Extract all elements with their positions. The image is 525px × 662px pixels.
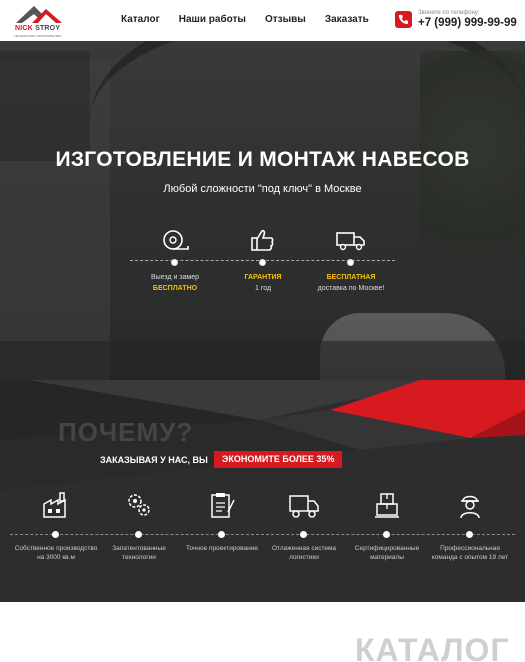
feature-line1: БЕСПЛАТНАЯ	[326, 274, 376, 281]
feature-dot	[171, 259, 178, 266]
nav-reviews[interactable]: Отзывы	[265, 14, 306, 25]
phone-caption: Звоните по телефону:	[418, 10, 480, 16]
advantage-dot	[383, 531, 390, 538]
thumbs-up-icon	[251, 229, 274, 251]
catalog-title: КАТАЛОГ	[355, 632, 510, 662]
logo-tagline: ТЕХНОЛОГИИ СТРОИТЕЛЬСТВА	[14, 34, 62, 38]
hero-section: ИЗГОТОВЛЕНИЕ И МОНТАЖ НАВЕСОВ Любой слож…	[0, 41, 525, 421]
advantage-dot	[466, 531, 473, 538]
advantage-text: Точное проектирование	[186, 545, 258, 552]
gears-icon	[128, 494, 150, 516]
advantage-dot	[218, 531, 225, 538]
advantage-dot	[300, 531, 307, 538]
advantages-divider	[10, 534, 515, 535]
phone-number[interactable]: +7 (999) 999-99-99	[418, 17, 517, 29]
clipboard-icon	[211, 493, 235, 518]
advantage-text: Запатентованные технологии	[112, 545, 166, 561]
truck-icon	[336, 232, 365, 251]
why-section: ПОЧЕМУ? ЗАКАЗЫВАЯ У НАС, ВЫ ЭКОНОМИТЕ БО…	[0, 380, 525, 602]
why-lead: ЗАКАЗЫВАЯ У НАС, ВЫ	[100, 455, 208, 465]
factory-icon	[43, 492, 66, 518]
hero-subtitle: Любой сложности "под ключ" в Москве	[163, 183, 362, 195]
why-ghost-heading: ПОЧЕМУ?	[58, 417, 194, 447]
boxes-icon	[375, 493, 399, 518]
main-nav: Каталог Наши работы Отзывы Заказать	[121, 14, 369, 25]
advantage-dot	[135, 531, 142, 538]
logo[interactable]: NICK STROY ТЕХНОЛОГИИ СТРОИТЕЛЬСТВА	[10, 3, 66, 39]
nav-catalog[interactable]: Каталог	[121, 14, 160, 25]
site-header: NICK STROY ТЕХНОЛОГИИ СТРОИТЕЛЬСТВА Ката…	[0, 0, 525, 41]
logo-text: NICK STROY	[15, 25, 61, 32]
decor-shapes	[0, 380, 525, 490]
feature-line2: доставка по Москве!	[317, 285, 385, 292]
nav-works[interactable]: Наши работы	[179, 14, 246, 25]
feature-dot	[347, 259, 354, 266]
truck-icon	[289, 495, 319, 518]
logo-roof-icon	[16, 6, 62, 23]
hero-title: ИЗГОТОВЛЕНИЕ И МОНТАЖ НАВЕСОВ	[55, 148, 470, 171]
worker-icon	[460, 495, 480, 519]
advantage-text: Отлаженная система логистики	[271, 545, 337, 561]
savings-badge: ЭКОНОМИТЕ БОЛЕЕ 35%	[214, 451, 343, 468]
nav-order[interactable]: Заказать	[325, 14, 369, 25]
advantage-text: Профессиональная команда с опытом 19 лет	[431, 545, 509, 561]
advantage-text: Сертифицированные материалы	[354, 545, 420, 561]
advantage-dot	[52, 531, 59, 538]
phone-icon[interactable]	[395, 11, 412, 28]
advantage-text: Собственное производство на 3000 кв.м	[14, 545, 98, 561]
tape-measure-icon	[163, 230, 189, 250]
catalog-section: КАТАЛОГ	[0, 602, 525, 662]
feature-dot	[259, 259, 266, 266]
